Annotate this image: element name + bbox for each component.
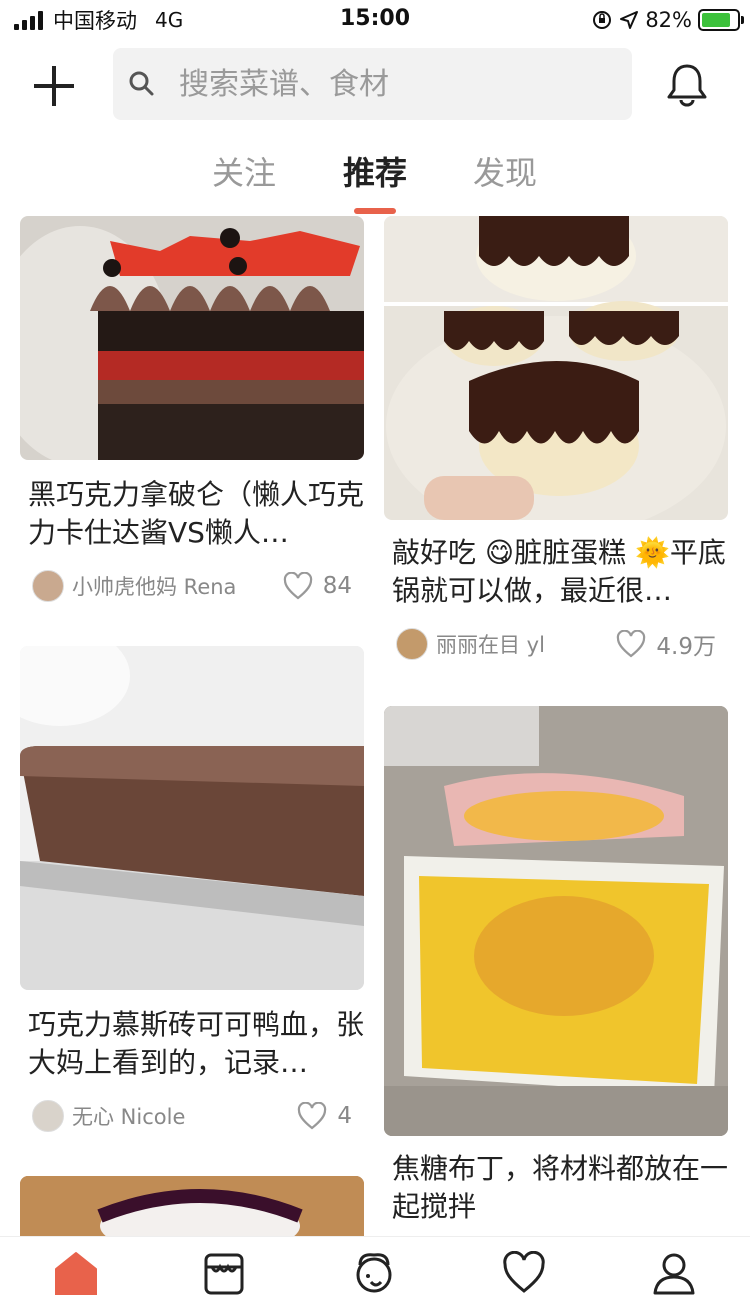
recipe-image[interactable] xyxy=(20,1176,364,1236)
search-input[interactable] xyxy=(179,66,579,102)
avatar[interactable] xyxy=(396,628,428,660)
recipe-card[interactable] xyxy=(20,1176,364,1236)
recipe-image[interactable] xyxy=(20,646,364,990)
like-count[interactable]: 4 xyxy=(297,1102,352,1130)
feed-tabs: 关注 推荐 发现 xyxy=(0,140,750,216)
recipe-title[interactable]: 焦糖布丁，将材料都放在一起搅拌 xyxy=(384,1150,728,1226)
profile-icon[interactable] xyxy=(651,1251,697,1295)
recipe-image[interactable] xyxy=(384,706,728,1136)
plus-icon[interactable] xyxy=(30,64,78,112)
recipe-meta: 丽丽在目 yl 4.9万 xyxy=(384,624,728,664)
store-icon[interactable] xyxy=(201,1251,247,1295)
avatar[interactable] xyxy=(32,570,64,602)
like-count[interactable]: 84 xyxy=(283,572,352,600)
author-name[interactable]: 无心 Nicole xyxy=(72,1101,185,1131)
rotation-lock-icon xyxy=(593,11,612,29)
tab-recommend[interactable]: 推荐 xyxy=(343,148,407,194)
recipe-title[interactable]: 巧克力慕斯砖可可鸭血，张大妈上看到的，记录… xyxy=(20,1006,364,1082)
recipe-meta: 无心 Nicole 4 xyxy=(20,1096,364,1136)
recipe-card[interactable]: 黑巧克力拿破仑（懒人巧克力卡仕达酱VS懒人… 小帅虎他妈 Rena 84 xyxy=(20,216,364,606)
heart-icon xyxy=(298,1102,327,1130)
recipe-card[interactable]: 敲好吃 😋脏脏蛋糕 🌞平底锅就可以做，最近很… 丽丽在目 yl 4.9万 xyxy=(384,216,728,664)
like-count-value: 4 xyxy=(337,1103,352,1129)
battery-icon xyxy=(698,9,744,31)
status-bar: 中国移动 4G 15:00 82% xyxy=(0,0,750,42)
recipe-image[interactable] xyxy=(384,216,728,520)
chef-icon[interactable] xyxy=(351,1251,397,1295)
heart-icon[interactable] xyxy=(501,1251,547,1295)
battery-percent: 82% xyxy=(645,8,692,32)
author-name[interactable]: 丽丽在目 yl xyxy=(436,629,545,659)
bell-icon[interactable] xyxy=(664,62,710,108)
search-bar[interactable] xyxy=(113,48,632,120)
like-count[interactable]: 4.9万 xyxy=(616,627,716,661)
location-icon xyxy=(620,11,639,29)
recipe-title[interactable]: 黑巧克力拿破仑（懒人巧克力卡仕达酱VS懒人… xyxy=(20,476,364,552)
tab-following[interactable]: 关注 xyxy=(212,148,276,194)
recipe-image[interactable] xyxy=(20,216,364,460)
recipe-title[interactable]: 敲好吃 😋脏脏蛋糕 🌞平底锅就可以做，最近很… xyxy=(384,534,728,610)
like-count-value: 84 xyxy=(322,573,352,599)
home-icon[interactable] xyxy=(53,1251,99,1295)
heart-icon xyxy=(283,572,312,600)
heart-icon xyxy=(617,630,646,658)
search-icon xyxy=(129,71,154,96)
tab-discover[interactable]: 发现 xyxy=(473,148,537,194)
recipe-card[interactable]: 焦糖布丁，将材料都放在一起搅拌 xyxy=(384,706,728,1226)
header xyxy=(0,42,750,128)
bottom-nav xyxy=(0,1236,750,1299)
author-name[interactable]: 小帅虎他妈 Rena xyxy=(72,571,236,601)
tab-indicator xyxy=(354,208,396,214)
avatar[interactable] xyxy=(32,1100,64,1132)
recipe-card[interactable]: 巧克力慕斯砖可可鸭血，张大妈上看到的，记录… 无心 Nicole 4 xyxy=(20,646,364,1136)
recipe-feed[interactable]: 黑巧克力拿破仑（懒人巧克力卡仕达酱VS懒人… 小帅虎他妈 Rena 84 敲好吃… xyxy=(0,216,750,1236)
status-right: 82% xyxy=(591,7,744,33)
recipe-meta: 小帅虎他妈 Rena 84 xyxy=(20,566,364,606)
like-count-value: 4.9万 xyxy=(656,634,716,660)
